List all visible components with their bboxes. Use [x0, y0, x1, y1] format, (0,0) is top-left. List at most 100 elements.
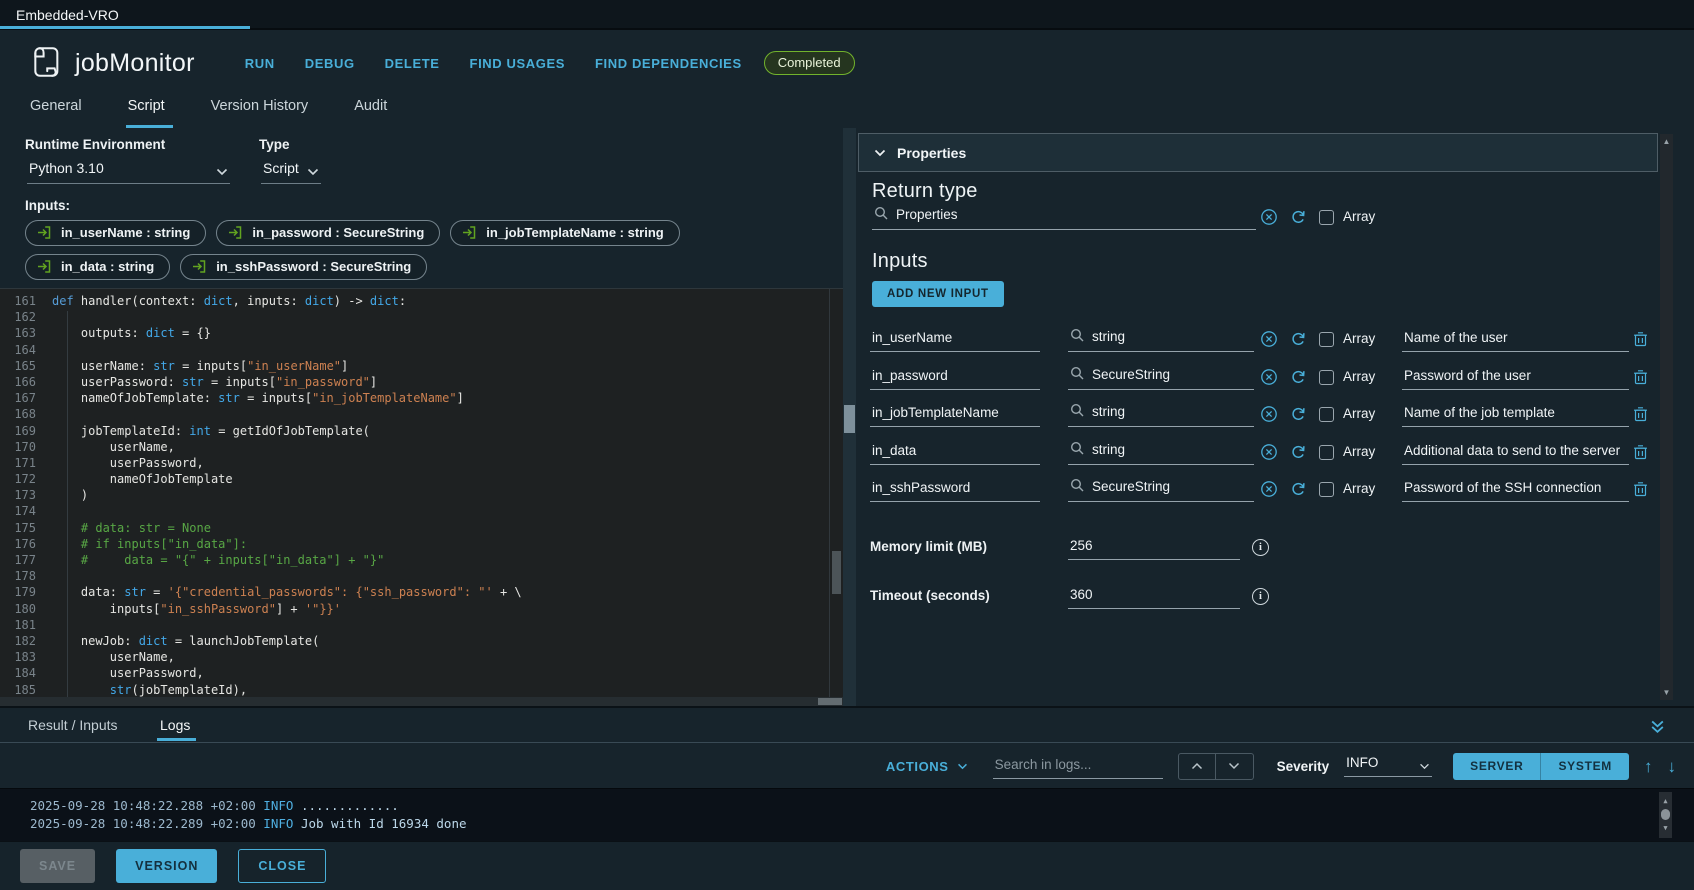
editor-vscroll-thumb[interactable]	[832, 551, 841, 594]
refresh-type-icon[interactable]	[1290, 406, 1307, 423]
code-line[interactable]: 161def handler(context: dict, inputs: di…	[0, 293, 829, 309]
code-line[interactable]: 182 newJob: dict = launchJobTemplate(	[0, 633, 829, 649]
refresh-type-icon[interactable]	[1290, 331, 1307, 348]
input-chip[interactable]: in_data : string	[25, 254, 170, 280]
code-line[interactable]: 175 # data: str = None	[0, 520, 829, 536]
input-name-field[interactable]: in_jobTemplateName	[870, 405, 1040, 427]
refresh-type-icon[interactable]	[1290, 444, 1307, 461]
input-description-field[interactable]: Password of the user	[1402, 368, 1629, 390]
code-line[interactable]: 181	[0, 617, 829, 633]
code-line[interactable]: 185 str(jobTemplateId),	[0, 682, 829, 698]
input-name-field[interactable]: in_password	[870, 368, 1040, 390]
find-dependencies-button[interactable]: FIND DEPENDENCIES	[595, 56, 742, 71]
input-chip[interactable]: in_userName : string	[25, 220, 206, 246]
info-icon[interactable]: i	[1252, 539, 1269, 556]
array-checkbox[interactable]	[1319, 482, 1334, 497]
scroll-up-arrow[interactable]: ▲	[1660, 137, 1673, 146]
timeout-field[interactable]: 360	[1068, 587, 1240, 609]
log-scrollbar[interactable]: ▲ ▼	[1659, 792, 1672, 838]
tab-script[interactable]: Script	[128, 98, 165, 128]
input-name-field[interactable]: in_userName	[870, 330, 1040, 352]
code-editor[interactable]: 161def handler(context: dict, inputs: di…	[0, 288, 843, 706]
array-checkbox[interactable]	[1319, 445, 1334, 460]
severity-select[interactable]: INFO	[1344, 755, 1432, 777]
input-name-field[interactable]: in_sshPassword	[870, 480, 1040, 502]
return-array-checkbox[interactable]	[1319, 210, 1334, 225]
info-icon[interactable]: i	[1252, 588, 1269, 605]
code-line[interactable]: 179 data: str = '{"credential_passwords"…	[0, 584, 829, 600]
code-line[interactable]: 177 # data = "{" + inputs["in_data"] + "…	[0, 552, 829, 568]
array-checkbox[interactable]	[1319, 370, 1334, 385]
input-description-field[interactable]: Password of the SSH connection	[1402, 480, 1629, 502]
code-lines[interactable]: 161def handler(context: dict, inputs: di…	[0, 293, 829, 697]
run-button[interactable]: RUN	[245, 56, 275, 71]
code-line[interactable]: 165 userName: str = inputs["in_userName"…	[0, 358, 829, 374]
collapse-panel-icon[interactable]	[1649, 718, 1666, 735]
scroll-to-bottom-icon[interactable]: ↓	[1668, 758, 1677, 775]
refresh-type-icon[interactable]	[1290, 369, 1307, 386]
delete-input-icon[interactable]	[1633, 331, 1648, 347]
code-line[interactable]: 176 # if inputs["in_data"]:	[0, 536, 829, 552]
code-line[interactable]: 164	[0, 342, 829, 358]
system-toggle[interactable]: SYSTEM	[1540, 753, 1629, 780]
code-line[interactable]: 184 userPassword,	[0, 665, 829, 681]
input-chip[interactable]: in_password : SecureString	[216, 220, 440, 246]
previous-match-button[interactable]	[1178, 753, 1216, 780]
clear-type-icon[interactable]	[1260, 330, 1278, 348]
code-line[interactable]: 171 userPassword,	[0, 455, 829, 471]
delete-button[interactable]: DELETE	[385, 56, 440, 71]
clear-type-icon[interactable]	[1260, 405, 1278, 423]
input-type-field[interactable]: SecureString	[1068, 478, 1254, 502]
workspace-tab[interactable]: Embedded-VRO	[16, 7, 119, 23]
code-line[interactable]: 168	[0, 406, 829, 422]
script-pane-scroll-thumb[interactable]	[844, 405, 855, 433]
array-checkbox[interactable]	[1319, 332, 1334, 347]
save-button[interactable]: SAVE	[20, 849, 95, 883]
input-type-field[interactable]: SecureString	[1068, 366, 1254, 390]
array-checkbox[interactable]	[1319, 407, 1334, 422]
code-line[interactable]: 167 nameOfJobTemplate: str = inputs["in_…	[0, 390, 829, 406]
delete-input-icon[interactable]	[1633, 481, 1648, 497]
code-line[interactable]: 170 userName,	[0, 439, 829, 455]
code-line[interactable]: 163 outputs: dict = {}	[0, 325, 829, 341]
code-line[interactable]: 162	[0, 309, 829, 325]
memory-limit-field[interactable]: 256	[1068, 538, 1240, 560]
version-button[interactable]: VERSION	[116, 849, 217, 883]
debug-button[interactable]: DEBUG	[305, 56, 355, 71]
tab-general[interactable]: General	[30, 98, 82, 128]
clear-type-icon[interactable]	[1260, 480, 1278, 498]
refresh-type-icon[interactable]	[1290, 209, 1307, 226]
editor-horizontal-scrollbar[interactable]	[0, 697, 843, 706]
code-line[interactable]: 173 )	[0, 487, 829, 503]
editor-hscroll-thumb[interactable]	[818, 698, 842, 705]
tab-logs[interactable]: Logs	[160, 717, 190, 741]
search-logs-input[interactable]	[993, 754, 1163, 779]
delete-input-icon[interactable]	[1633, 406, 1648, 422]
input-type-field[interactable]: string	[1068, 328, 1254, 352]
delete-input-icon[interactable]	[1633, 369, 1648, 385]
tab-result-inputs[interactable]: Result / Inputs	[28, 717, 118, 741]
delete-input-icon[interactable]	[1633, 444, 1648, 460]
server-toggle[interactable]: SERVER	[1453, 753, 1540, 780]
return-type-field[interactable]: Properties	[872, 206, 1256, 230]
next-match-button[interactable]	[1216, 753, 1254, 780]
input-description-field[interactable]: Name of the job template	[1402, 405, 1629, 427]
tab-version-history[interactable]: Version History	[211, 98, 309, 128]
scroll-down-arrow[interactable]: ▼	[1660, 688, 1673, 697]
find-usages-button[interactable]: FIND USAGES	[470, 56, 565, 71]
code-line[interactable]: 178	[0, 568, 829, 584]
type-select[interactable]: Script	[261, 158, 321, 184]
runtime-environment-select[interactable]: Python 3.10	[27, 158, 230, 184]
input-description-field[interactable]: Additional data to send to the server	[1402, 443, 1629, 465]
clear-type-icon[interactable]	[1260, 443, 1278, 461]
properties-scrollbar[interactable]: ▲ ▼	[1660, 134, 1673, 700]
input-name-field[interactable]: in_data	[870, 443, 1040, 465]
code-line[interactable]: 174	[0, 503, 829, 519]
editor-vertical-scrollbar[interactable]	[829, 289, 843, 697]
input-type-field[interactable]: string	[1068, 441, 1254, 465]
log-scroll-thumb[interactable]	[1661, 809, 1670, 820]
tab-audit[interactable]: Audit	[354, 98, 387, 128]
code-line[interactable]: 183 userName,	[0, 649, 829, 665]
clear-type-icon[interactable]	[1260, 368, 1278, 386]
add-new-input-button[interactable]: ADD NEW INPUT	[872, 281, 1004, 307]
